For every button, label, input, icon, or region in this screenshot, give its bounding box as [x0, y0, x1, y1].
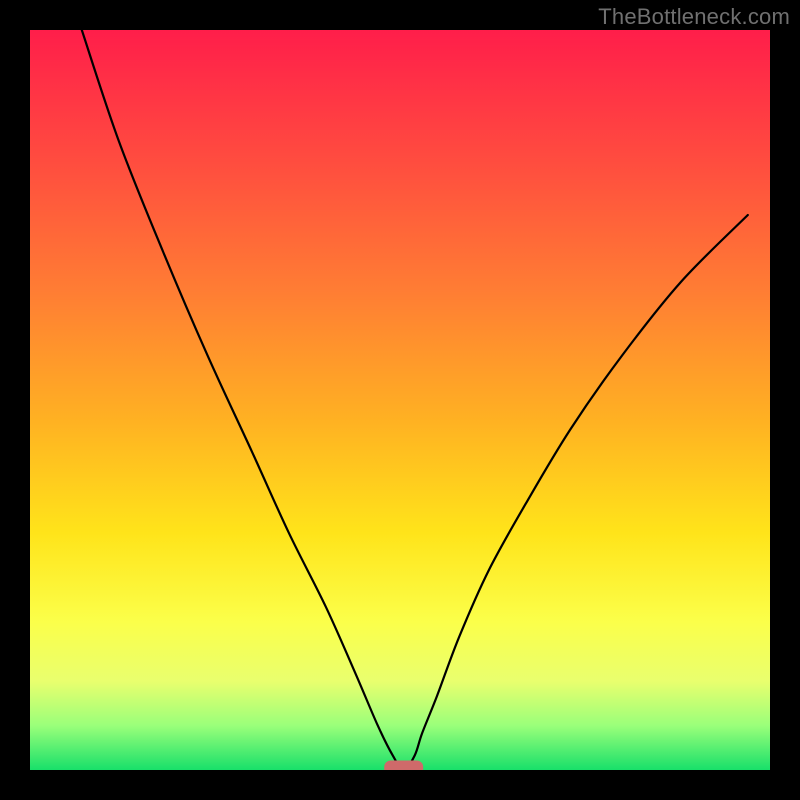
background-gradient	[30, 30, 770, 770]
watermark-text: TheBottleneck.com	[598, 4, 790, 30]
chart-frame: TheBottleneck.com	[0, 0, 800, 800]
plot-area	[30, 30, 770, 770]
